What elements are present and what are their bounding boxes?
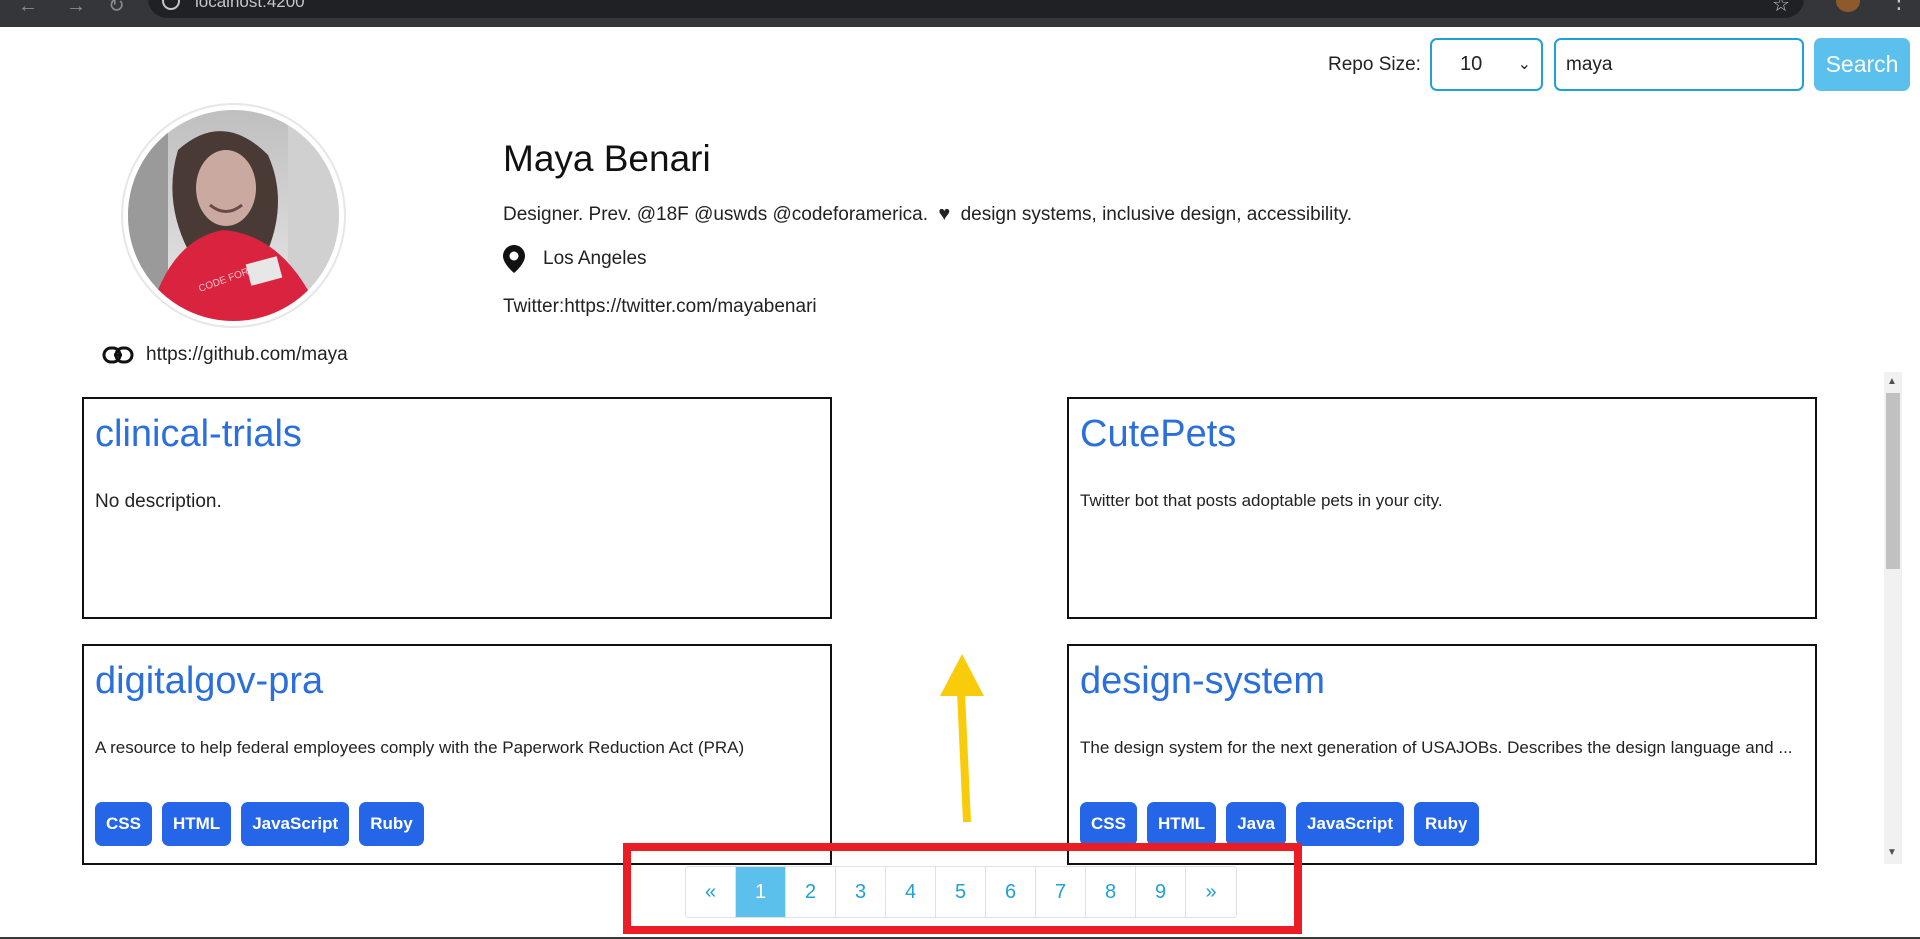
forward-icon[interactable]: → (66, 0, 86, 16)
search-button[interactable]: Search (1814, 38, 1910, 91)
twitter-link[interactable]: Twitter:https://twitter.com/mayabenari (503, 296, 817, 318)
annotation-arrow-icon (940, 654, 984, 823)
language-badge: JavaScript (1296, 802, 1405, 846)
repo-card: digitalgov-pra A resource to help federa… (82, 644, 832, 865)
github-link[interactable]: https://github.com/maya (102, 344, 348, 366)
repo-description: The design system for the next generatio… (1080, 738, 1793, 757)
profile-name: Maya Benari (503, 138, 711, 179)
bio-text: Designer. Prev. @18F @uswds @codeforamer… (503, 204, 929, 225)
url-text: localhost:4200 (195, 0, 305, 11)
language-badge: Ruby (359, 802, 424, 846)
page-next-button[interactable]: » (1186, 867, 1236, 917)
chevron-down-icon: ⌄ (1517, 56, 1531, 73)
repo-card: design-system The design system for the … (1067, 644, 1817, 865)
language-badges: CSS HTML JavaScript Ruby (95, 802, 424, 846)
bio-text-continued: design systems, inclusive design, access… (960, 204, 1352, 225)
language-badges: CSS HTML Java JavaScript Ruby (1080, 802, 1479, 846)
language-badge: HTML (161, 802, 232, 846)
profile-bio: Designer. Prev. @18F @uswds @codeforamer… (503, 203, 1352, 226)
repo-card: clinical-trials No description. (82, 397, 832, 619)
language-badge: JavaScript (241, 802, 350, 846)
page-button-active[interactable]: 1 (736, 867, 786, 917)
repo-description: Twitter bot that posts adoptable pets in… (1080, 491, 1443, 510)
location-row: Los Angeles (503, 244, 647, 274)
search-input[interactable]: maya (1554, 38, 1804, 91)
page-button[interactable]: 8 (1086, 867, 1136, 917)
language-badge: CSS (1080, 802, 1137, 846)
page-button[interactable]: 5 (936, 867, 986, 917)
page-button[interactable]: 3 (836, 867, 886, 917)
repo-name-link[interactable]: design-system (1080, 660, 1325, 703)
repo-name-link[interactable]: CutePets (1080, 413, 1236, 456)
repo-name-link[interactable]: digitalgov-pra (95, 660, 323, 703)
github-url: https://github.com/maya (146, 344, 348, 365)
scrollbar-thumb[interactable] (1886, 393, 1900, 569)
browser-toolbar: ← → ↻ localhost:4200 ☆ ⋮ (0, 0, 1920, 27)
back-icon[interactable]: ← (18, 0, 38, 16)
scroll-up-icon[interactable]: ▲ (1887, 376, 1897, 387)
language-badge: CSS (95, 802, 152, 846)
link-icon (102, 346, 134, 364)
language-badge: HTML (1146, 802, 1217, 846)
pagination: « 1 2 3 4 5 6 7 8 9 » (685, 866, 1237, 918)
avatar: CODE FOR (128, 110, 339, 321)
repo-card: CutePets Twitter bot that posts adoptabl… (1067, 397, 1817, 619)
page-button[interactable]: 6 (986, 867, 1036, 917)
page-button[interactable]: 9 (1136, 867, 1186, 917)
repo-size-value: 10 (1460, 53, 1483, 75)
repo-description: No description. (95, 491, 222, 512)
repo-name-link[interactable]: clinical-trials (95, 413, 302, 456)
reload-icon[interactable]: ↻ (108, 0, 125, 16)
repo-description: A resource to help federal employees com… (95, 738, 745, 757)
browser-menu-icon[interactable]: ⋮ (1888, 0, 1910, 14)
page-button[interactable]: 4 (886, 867, 936, 917)
language-badge: Ruby (1414, 802, 1479, 846)
language-badge: Java (1226, 802, 1287, 846)
browser-profile-avatar[interactable] (1836, 0, 1860, 12)
location-text: Los Angeles (543, 248, 647, 269)
page-button[interactable]: 7 (1036, 867, 1086, 917)
page-button[interactable]: 2 (786, 867, 836, 917)
repo-size-label: Repo Size: (1328, 54, 1421, 75)
address-bar[interactable] (148, 0, 1804, 18)
scroll-down-icon[interactable]: ▼ (1887, 847, 1897, 858)
bookmark-star-icon[interactable]: ☆ (1772, 0, 1790, 17)
repo-size-select[interactable]: 10 ⌄ (1430, 38, 1543, 91)
heart-icon: ♥ (938, 203, 951, 225)
map-pin-icon (503, 245, 525, 273)
page-prev-button[interactable]: « (686, 867, 736, 917)
